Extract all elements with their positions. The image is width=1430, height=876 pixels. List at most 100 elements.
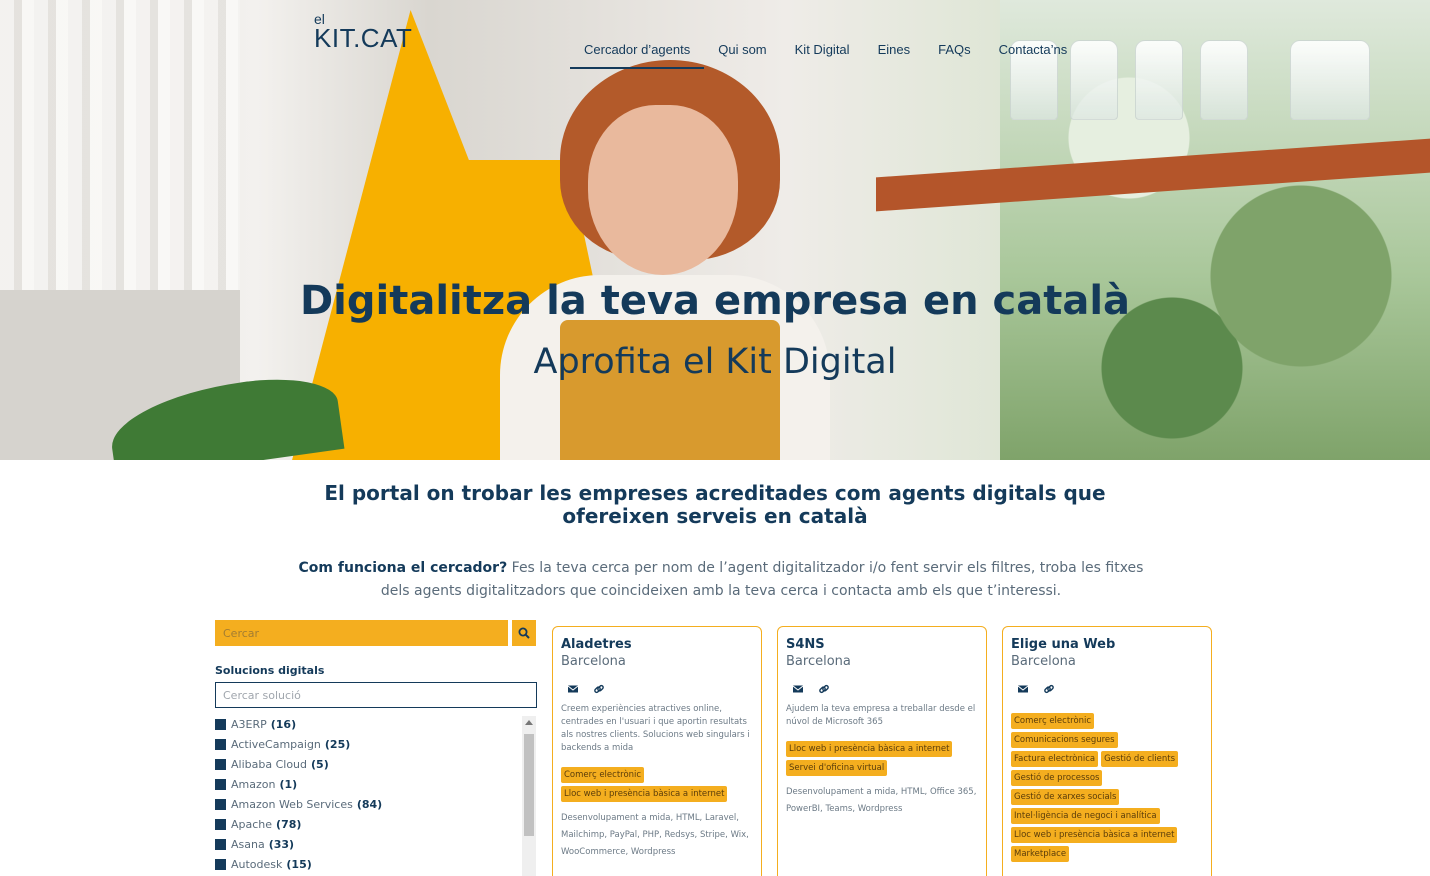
- nav-eines[interactable]: Eines: [864, 38, 925, 69]
- intro-how-label: Com funciona el cercador?: [298, 560, 508, 576]
- agent-contact-icons: [567, 683, 753, 695]
- filter-label: Apache: [231, 817, 273, 831]
- envelope-icon[interactable]: [1017, 683, 1029, 695]
- agent-tags: Lloc web i presència bàsica a internet S…: [786, 741, 978, 776]
- filter-item[interactable]: ActiveCampaign (25): [215, 734, 537, 754]
- checkbox[interactable]: [215, 858, 226, 870]
- filter-item[interactable]: Amazon (1): [215, 774, 537, 794]
- agent-city: Barcelona: [1011, 654, 1076, 669]
- nav-cercador[interactable]: Cercador d’agents: [570, 38, 705, 69]
- envelope-icon[interactable]: [792, 683, 804, 695]
- agent-name[interactable]: Elige una Web: [1011, 637, 1203, 652]
- checkbox[interactable]: [215, 838, 226, 850]
- search-button[interactable]: [512, 620, 536, 646]
- intro-title: El portal on trobar les empreses acredit…: [324, 481, 1106, 528]
- hero-glass: [1290, 40, 1370, 120]
- filter-label: Amazon Web Services: [231, 797, 353, 811]
- nav-qui-som[interactable]: Qui som: [704, 38, 780, 69]
- agent-technologies: Desenvolupament a mida, HTML, Laravel, M…: [561, 813, 749, 857]
- checkbox[interactable]: [215, 758, 226, 770]
- hero-banner: el KIT.CAT Cercador d’agents Qui som Kit…: [0, 0, 1430, 460]
- filter-label: Autodesk: [231, 857, 283, 871]
- filter-list: A3ERP (16) ActiveCampaign (25) Alibaba Clo…: [215, 714, 537, 876]
- link-icon[interactable]: [1043, 683, 1055, 695]
- link-icon[interactable]: [593, 683, 605, 695]
- hero-subtitle: Aprofita el Kit Digital: [533, 342, 897, 382]
- search-input[interactable]: [215, 620, 508, 646]
- filter-label: A3ERP: [231, 717, 267, 731]
- solution-tag[interactable]: Intel·ligència de negoci i analítica: [1011, 808, 1160, 824]
- solution-tag[interactable]: Lloc web i presència bàsica a internet: [561, 786, 728, 802]
- solution-tag[interactable]: Servei d'oficina virtual: [786, 760, 888, 776]
- checkbox[interactable]: [215, 738, 226, 750]
- scrollbar-thumb[interactable]: [524, 734, 534, 836]
- solution-tag[interactable]: Comunicacions segures: [1011, 732, 1118, 748]
- search-icon: [518, 627, 530, 639]
- solution-tag[interactable]: Gestió de processos: [1011, 770, 1103, 786]
- site-logo[interactable]: el KIT.CAT: [314, 12, 412, 51]
- filter-count: (15): [286, 857, 312, 871]
- agent-name[interactable]: Aladetres: [561, 637, 753, 652]
- agent-tags: Comerç electrònic Lloc web i presència b…: [561, 767, 753, 802]
- agent-contact-icons: [792, 683, 978, 695]
- filter-count: (78): [276, 817, 302, 831]
- hero-glass: [1200, 40, 1248, 120]
- hero-person-face: [588, 105, 738, 275]
- filter-count: (25): [324, 737, 351, 751]
- agent-city: Barcelona: [561, 654, 626, 669]
- filter-item[interactable]: Apache (78): [215, 814, 537, 834]
- agent-city: Barcelona: [786, 654, 851, 669]
- solution-tag[interactable]: Comerç electrònic: [561, 767, 645, 783]
- envelope-icon[interactable]: [567, 683, 579, 695]
- agent-card[interactable]: Aladetres Barcelona Creem experiències a…: [552, 626, 762, 876]
- hero-glass: [1135, 40, 1183, 120]
- filter-label: Alibaba Cloud: [231, 757, 308, 771]
- link-icon[interactable]: [818, 683, 830, 695]
- solution-tag[interactable]: Lloc web i presència bàsica a internet: [1011, 827, 1178, 843]
- solution-tag[interactable]: Marketplace: [1011, 846, 1070, 862]
- agent-card[interactable]: Elige una Web Barcelona Comerç electròni…: [1002, 626, 1212, 876]
- solution-tag[interactable]: Comerç electrònic: [1011, 713, 1095, 729]
- checkbox[interactable]: [215, 818, 226, 830]
- scroll-up-icon[interactable]: [525, 720, 533, 725]
- solution-tag[interactable]: Factura electrònica: [1011, 751, 1099, 767]
- filter-count: (84): [356, 797, 383, 811]
- nav-kit-digital[interactable]: Kit Digital: [781, 38, 864, 69]
- filter-label: Amazon: [231, 777, 276, 791]
- checkbox[interactable]: [215, 778, 226, 790]
- filter-count: (1): [279, 777, 298, 791]
- logo-kit: KIT.CAT: [314, 23, 413, 53]
- intro-text: Com funciona el cercador? Fes la teva ce…: [296, 557, 1146, 603]
- hero-person-apron: [560, 320, 780, 460]
- solution-tag[interactable]: Gestió de clients: [1101, 751, 1179, 767]
- agent-card[interactable]: S4NS Barcelona Ajudem la teva empresa a …: [777, 626, 987, 876]
- agent-technologies: Desenvolupament a mida, HTML, Office 365…: [786, 787, 977, 814]
- solution-tag[interactable]: Gestió de xarxes socials: [1011, 789, 1120, 805]
- agent-tags: Comerç electrònic Comunicacions segures …: [1011, 713, 1203, 862]
- filter-item[interactable]: Amazon Web Services (84): [215, 794, 537, 814]
- filter-count: (33): [268, 837, 295, 851]
- filter-item[interactable]: Autodesk (15): [215, 854, 537, 874]
- hero-curtain: [0, 0, 240, 290]
- nav-contacta[interactable]: Contacta’ns: [985, 38, 1082, 69]
- main-nav: Cercador d’agents Qui som Kit Digital Ei…: [570, 38, 1081, 69]
- agent-name[interactable]: S4NS: [786, 637, 978, 652]
- checkbox[interactable]: [215, 798, 226, 810]
- filter-count: (16): [270, 717, 297, 731]
- search-bar: [215, 620, 536, 646]
- filter-label: ActiveCampaign: [231, 737, 321, 751]
- agent-contact-icons: [1017, 683, 1203, 695]
- checkbox[interactable]: [215, 718, 226, 730]
- solution-tag[interactable]: Lloc web i presència bàsica a internet: [786, 741, 953, 757]
- filter-scrollbar[interactable]: [522, 716, 536, 876]
- filter-count: (5): [311, 757, 329, 771]
- filter-item[interactable]: Alibaba Cloud (5): [215, 754, 537, 774]
- agent-description: Ajudem la teva empresa a treballar desde…: [786, 704, 976, 727]
- nav-faqs[interactable]: FAQs: [924, 38, 985, 69]
- filter-item[interactable]: Asana (33): [215, 834, 537, 854]
- filter-item[interactable]: A3ERP (16): [215, 714, 537, 734]
- agent-description: Creem experiències atractives online, ce…: [561, 704, 750, 753]
- filter-title: Solucions digitals: [215, 664, 325, 677]
- filter-search-input[interactable]: [215, 682, 537, 708]
- hero-title: Digitalitza la teva empresa en català: [299, 278, 1131, 324]
